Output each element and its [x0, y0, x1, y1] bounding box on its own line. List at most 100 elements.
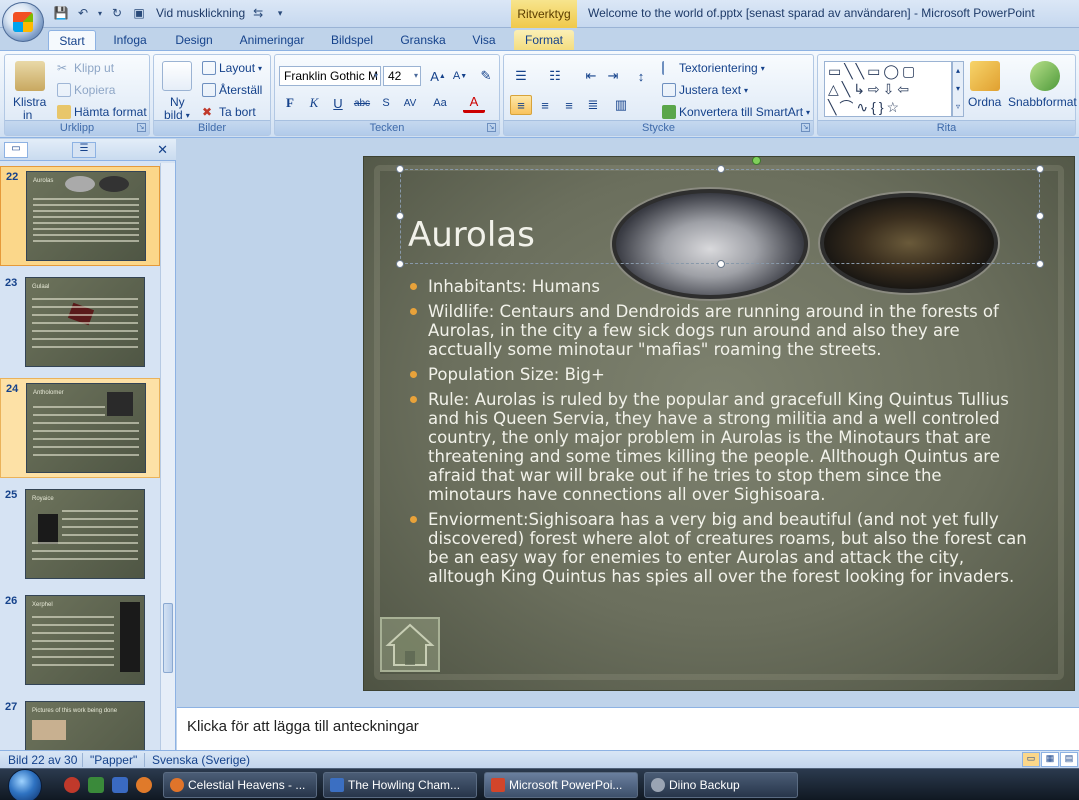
taskbar-item[interactable]: Celestial Heavens - ...: [163, 772, 317, 798]
font-size-combo[interactable]: 42 ▾: [383, 66, 421, 86]
quicklaunch-icon[interactable]: [136, 777, 152, 793]
thumbnail-item[interactable]: 27 Pictures of this work being done: [0, 697, 160, 750]
thumbnail-item[interactable]: 23 Gulaal: [0, 273, 160, 373]
quicklaunch-icon[interactable]: [64, 777, 80, 793]
cut-button[interactable]: ✂ Klipp ut: [57, 61, 114, 75]
office-button[interactable]: [2, 2, 44, 42]
resize-handle[interactable]: [717, 260, 725, 268]
font-dialog-launcher[interactable]: ↘: [487, 123, 496, 132]
home-action-button[interactable]: [380, 617, 440, 672]
slide-canvas[interactable]: Aurolas Inhabitants: Humans Wildlife: Ce…: [364, 157, 1074, 690]
underline-button[interactable]: U: [327, 93, 349, 113]
notes-placeholder[interactable]: Klicka för att lägga till anteckningar: [187, 718, 419, 735]
change-case-button[interactable]: Aa: [429, 93, 451, 113]
align-center-button[interactable]: ≡: [534, 95, 556, 115]
cut-label: Klipp ut: [74, 61, 115, 75]
delete-slide-button[interactable]: ✖ Ta bort: [202, 105, 256, 119]
outline-tab[interactable]: ☰: [72, 142, 96, 158]
align-text-button[interactable]: Justera text ▾: [662, 83, 748, 97]
undo-icon[interactable]: ↶: [74, 4, 92, 22]
copy-button[interactable]: Kopiera: [57, 83, 115, 97]
start-button[interactable]: [8, 769, 42, 800]
bold-button[interactable]: F: [279, 93, 301, 113]
shapes-gallery-scroll[interactable]: ▴ ▾ ▿: [952, 61, 964, 117]
language[interactable]: Svenska (Sverige): [152, 753, 250, 767]
customize-qat-icon[interactable]: ▾: [271, 4, 289, 22]
redo-icon[interactable]: ↻: [108, 4, 126, 22]
resize-handle[interactable]: [1036, 260, 1044, 268]
tab-infoga[interactable]: Infoga: [104, 30, 156, 50]
resize-handle[interactable]: [717, 165, 725, 173]
quick-styles-button[interactable]: Snabbformat: [1008, 95, 1077, 109]
title-selection-box[interactable]: [396, 157, 1044, 268]
arrange-button[interactable]: Ordna: [968, 95, 1001, 109]
clipboard-dialog-launcher[interactable]: ↘: [137, 123, 146, 132]
taskbar-item[interactable]: Diino Backup: [644, 772, 798, 798]
quick-access-label[interactable]: Vid musklickning: [156, 6, 245, 20]
notes-pane[interactable]: Klicka för att lägga till anteckningar: [177, 707, 1079, 750]
decrease-indent-button[interactable]: ⇤: [580, 66, 602, 86]
line-spacing-button[interactable]: ↕: [630, 66, 652, 86]
reset-button[interactable]: Återställ: [202, 83, 262, 97]
thumbnail-item[interactable]: 26 Xerphel: [0, 591, 160, 691]
strikethrough-button[interactable]: abc: [351, 93, 373, 113]
bullet-list[interactable]: Inhabitants: Humans Wildlife: Centaurs a…: [408, 277, 1028, 592]
resize-handle[interactable]: [1036, 212, 1044, 220]
rotate-handle[interactable]: [752, 157, 761, 165]
clear-format-icon[interactable]: ✎: [475, 66, 497, 86]
increase-indent-button[interactable]: ⇥: [602, 66, 624, 86]
thumbnail-scrollbar[interactable]: [160, 163, 175, 750]
numbering-button[interactable]: ☷: [544, 66, 566, 86]
layout-button[interactable]: Layout ▾: [202, 61, 262, 75]
taskbar-item[interactable]: The Howling Cham...: [323, 772, 477, 798]
slides-tab[interactable]: ▭: [4, 142, 28, 158]
align-right-button[interactable]: ≡: [558, 95, 580, 115]
shrink-font-button[interactable]: A ▼: [449, 66, 471, 86]
slideshow-icon[interactable]: ▣: [130, 4, 148, 22]
brush-icon: [57, 105, 71, 119]
quicklaunch-icon[interactable]: [112, 777, 128, 793]
slide-sorter-icon[interactable]: ▦: [1041, 752, 1059, 767]
slideshow-view-icon[interactable]: ▤: [1060, 752, 1078, 767]
tab-animeringar[interactable]: Animeringar: [232, 30, 312, 50]
taskbar-item[interactable]: Microsoft PowerPoi...: [484, 772, 638, 798]
tab-start[interactable]: Start: [48, 30, 96, 50]
resize-handle[interactable]: [396, 260, 404, 268]
tab-granska[interactable]: Granska: [394, 30, 452, 50]
tab-visa[interactable]: Visa: [464, 30, 504, 50]
paste-button[interactable]: Klistra: [13, 95, 46, 109]
resize-handle[interactable]: [396, 165, 404, 173]
columns-button[interactable]: ▥: [610, 95, 632, 115]
thumbnail-item[interactable]: 22 Aurolas: [0, 166, 160, 266]
close-icon[interactable]: ✕: [157, 142, 168, 158]
save-icon[interactable]: 💾: [52, 4, 70, 22]
quicklaunch-icon[interactable]: [88, 777, 104, 793]
tab-format[interactable]: Format: [514, 30, 574, 50]
slide-position: Bild 22 av 30: [8, 753, 78, 767]
paragraph-dialog-launcher[interactable]: ↘: [801, 123, 810, 132]
font-color-button[interactable]: A: [463, 93, 485, 113]
align-left-button[interactable]: ≡: [510, 95, 532, 115]
font-name-combo[interactable]: Franklin Gothic M ▾: [279, 66, 381, 86]
justify-button[interactable]: ≣: [582, 95, 604, 115]
convert-smartart-button[interactable]: Konvertera till SmartArt ▾: [662, 105, 810, 119]
thumbnail-item[interactable]: 25 Royaice: [0, 485, 160, 585]
format-painter-button[interactable]: Hämta format: [57, 105, 147, 119]
char-spacing-button[interactable]: AV: [399, 93, 421, 113]
text-direction-button[interactable]: Textorientering ▾: [662, 61, 765, 75]
italic-button[interactable]: K: [303, 93, 325, 113]
shapes-gallery[interactable]: ▭╲╲▭◯▢ △╲↳⇨⇩⇦ ╲⌒∿{}☆: [824, 61, 952, 117]
new-slide-button[interactable]: Ny: [170, 95, 185, 109]
tab-bildspel[interactable]: Bildspel: [324, 30, 380, 50]
resize-handle[interactable]: [396, 212, 404, 220]
undo-dropdown-icon[interactable]: ▾: [96, 4, 104, 22]
scrollbar-thumb[interactable]: [163, 603, 173, 673]
thumbnail-item[interactable]: 24 Antholomer: [0, 378, 160, 478]
normal-view-icon[interactable]: ▭: [1022, 752, 1040, 767]
touch-mode-icon[interactable]: ⇆: [249, 4, 267, 22]
shadow-button[interactable]: S: [375, 93, 397, 113]
grow-font-button[interactable]: A ▲: [427, 66, 449, 86]
resize-handle[interactable]: [1036, 165, 1044, 173]
tab-design[interactable]: Design: [168, 30, 220, 50]
bullets-button[interactable]: ☰: [510, 66, 532, 86]
